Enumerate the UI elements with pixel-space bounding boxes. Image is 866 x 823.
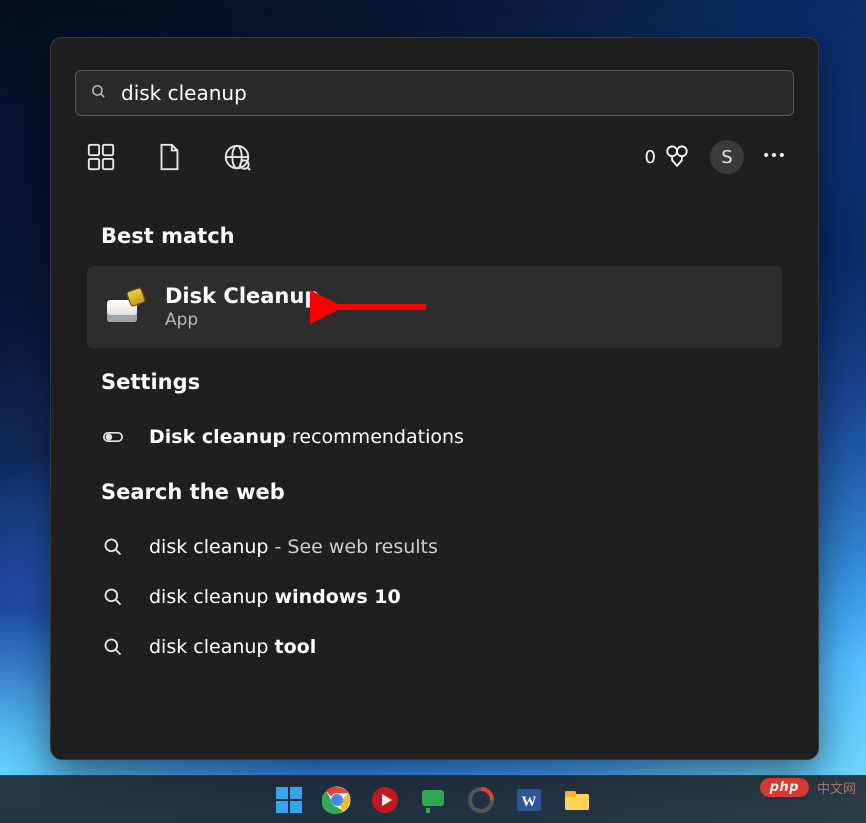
settings-result[interactable]: Disk cleanup recommendations [87,412,782,462]
watermark-text: 中文网 [817,778,856,797]
best-match-subtitle: App [165,310,319,330]
results-area: Best match Disk Cleanup App Settings [51,186,818,672]
settings-header: Settings [101,370,768,394]
web-result[interactable]: disk cleanup windows 10 [87,572,782,622]
best-match-result[interactable]: Disk Cleanup App [87,266,782,348]
taskbar-chat-icon[interactable] [418,785,448,815]
web-filter-icon[interactable] [217,134,257,180]
svg-text:W: W [522,794,537,810]
search-icon [99,587,127,607]
disk-cleanup-icon [107,292,141,322]
apps-filter-icon[interactable] [81,134,121,180]
best-match-header: Best match [101,224,768,248]
taskbar-media-icon[interactable] [370,785,400,815]
search-icon [90,83,107,104]
start-search-panel: 0 S Best match Disk Cleanup [50,37,819,760]
account-avatar[interactable]: S [710,140,744,174]
watermark-pill: php [760,778,809,797]
web-result-text: disk cleanup tool [149,636,316,658]
toggle-icon [99,427,127,447]
web-result-text: disk cleanup windows 10 [149,586,401,608]
desktop-wallpaper: 0 S Best match Disk Cleanup [0,0,866,823]
taskbar-word-icon[interactable]: W [514,785,544,815]
start-button[interactable] [274,785,304,815]
best-match-title: Disk Cleanup [165,284,319,308]
web-result[interactable]: disk cleanup tool [87,622,782,672]
taskbar-chrome-icon[interactable] [322,785,352,815]
rewards-indicator[interactable]: 0 [645,144,690,170]
taskbar-explorer-icon[interactable] [562,785,592,815]
web-result-text: disk cleanup - See web results [149,536,438,558]
search-icon [99,637,127,657]
search-icon [99,537,127,557]
rewards-icon [664,144,690,170]
search-input[interactable] [107,81,779,105]
web-result[interactable]: disk cleanup - See web results [87,522,782,572]
web-header: Search the web [101,480,768,504]
settings-result-text: Disk cleanup recommendations [149,426,464,448]
taskbar: W [0,775,866,823]
rewards-count: 0 [645,147,656,168]
annotation-arrow [310,290,430,324]
best-match-text: Disk Cleanup App [165,284,319,330]
taskbar-loader-icon[interactable] [466,785,496,815]
documents-filter-icon[interactable] [149,134,189,180]
more-options-button[interactable] [760,141,788,173]
search-filter-toolbar: 0 S [51,116,818,186]
watermark: php 中文网 [760,778,856,797]
search-box[interactable] [75,70,794,116]
